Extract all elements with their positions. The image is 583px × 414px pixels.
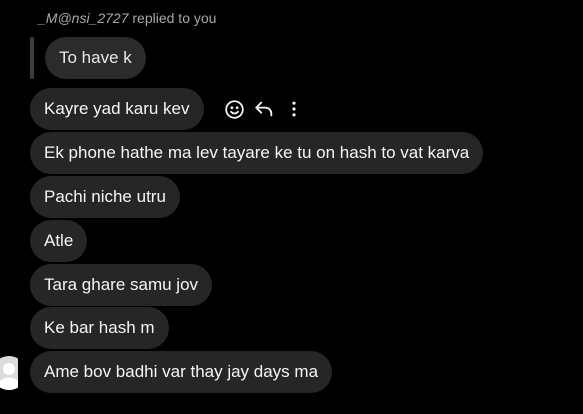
reply-action-text: replied to you xyxy=(128,10,217,26)
sender-avatar[interactable] xyxy=(0,356,18,390)
message-actions xyxy=(222,94,306,124)
react-button[interactable] xyxy=(222,97,246,121)
message-bubble[interactable]: Ek phone hathe ma lev tayare ke tu on ha… xyxy=(30,132,484,174)
message-bubble[interactable]: Kayre yad karu kev xyxy=(30,88,204,130)
message-bubble[interactable]: Ke bar hash m xyxy=(30,307,169,349)
reply-button[interactable] xyxy=(252,97,276,121)
message-bubble[interactable]: Ame bov badhi var thay jay days ma xyxy=(30,351,333,393)
reply-quote-bar xyxy=(30,37,34,79)
quoted-message-bubble[interactable]: To have k xyxy=(45,37,146,79)
reply-arrow-icon xyxy=(255,101,273,117)
reply-context-header: _M@nsi_2727 replied to you xyxy=(38,10,216,26)
message-bubble[interactable]: Atle xyxy=(30,220,88,262)
message-bubble[interactable]: Tara ghare samu jov xyxy=(30,264,213,306)
default-avatar-icon xyxy=(0,356,18,390)
reply-username[interactable]: _M@nsi_2727 xyxy=(38,10,129,26)
smiley-face-icon xyxy=(224,99,244,119)
more-options-button[interactable] xyxy=(282,97,306,121)
more-options-icon xyxy=(292,101,296,117)
message-thread: _M@nsi_2727 replied to you To have k Kay… xyxy=(0,0,583,414)
message-bubble[interactable]: Pachi niche utru xyxy=(30,176,180,218)
